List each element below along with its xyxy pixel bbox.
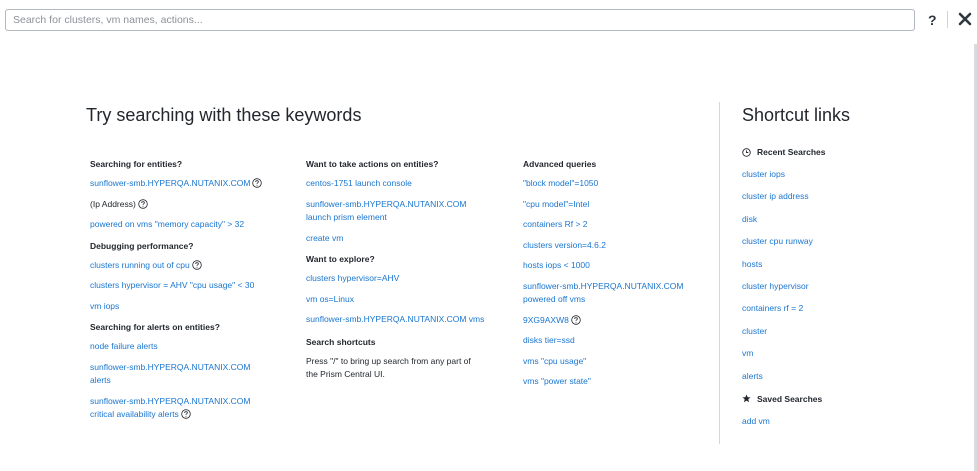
recent-search-link[interactable]: cluster: [742, 325, 967, 338]
advanced-query-link[interactable]: vms "power state": [523, 375, 703, 389]
keyword-link[interactable]: clusters hypervisor = AHV "cpu usage" < …: [90, 279, 275, 293]
keywords-column-advanced: Advanced queries "block model"=1050 "cpu…: [523, 157, 703, 396]
shortcut-links-panel: Recent Searches cluster iops cluster ip …: [742, 145, 967, 437]
question-circle-icon[interactable]: [571, 314, 581, 325]
keywords-column-actions: Want to take actions on entities? centos…: [306, 157, 496, 382]
keyword-link[interactable]: sunflower-smb.HYPERQA.NUTANIX.COM: [90, 177, 275, 191]
advanced-query-link[interactable]: 9XG9AXW8: [523, 314, 703, 328]
keyword-link[interactable]: clusters hypervisor=AHV: [306, 272, 496, 286]
question-circle-icon[interactable]: [138, 198, 148, 209]
section-title-entities: Searching for entities?: [90, 159, 183, 169]
section-divider: [719, 102, 720, 444]
keyword-link[interactable]: create vm: [306, 232, 496, 246]
section-title-shortcuts: Search shortcuts: [306, 336, 376, 347]
advanced-query-link[interactable]: disks tier=ssd: [523, 334, 703, 348]
question-circle-icon[interactable]: [181, 409, 191, 419]
recent-search-link[interactable]: cluster cpu runway: [742, 235, 967, 248]
advanced-query-link[interactable]: "cpu model"=Intel: [523, 198, 703, 212]
keyword-link[interactable]: powered on vms "memory capacity" > 32: [90, 218, 275, 232]
saved-searches-header: Saved Searches: [742, 392, 967, 406]
keyword-link[interactable]: vm iops: [90, 300, 275, 314]
keywords-heading: Try searching with these keywords: [86, 105, 362, 125]
keywords-column-entities: Searching for entities? sunflower-smb.HY…: [90, 157, 275, 429]
recent-searches-header: Recent Searches: [742, 145, 967, 159]
toolbar-divider: [947, 11, 948, 28]
advanced-query-link[interactable]: vms "cpu usage": [523, 355, 703, 369]
recent-search-link[interactable]: cluster hypervisor: [742, 280, 967, 293]
question-circle-icon[interactable]: [192, 259, 202, 270]
keyword-link[interactable]: sunflower-smb.HYPERQA.NUTANIX.COM launch …: [306, 198, 496, 225]
advanced-query-link[interactable]: "block model"=1050: [523, 177, 703, 191]
star-icon: [742, 394, 751, 403]
clock-icon: [742, 147, 751, 157]
keyword-link[interactable]: node failure alerts: [90, 340, 275, 354]
recent-search-link[interactable]: hosts: [742, 258, 967, 271]
recent-search-link[interactable]: containers rf = 2: [742, 302, 967, 315]
section-title-explore: Want to explore?: [306, 254, 375, 264]
section-title-advanced: Advanced queries: [523, 159, 597, 169]
section-title-actions: Want to take actions on entities?: [306, 159, 439, 169]
help-icon[interactable]: ?: [928, 12, 937, 28]
keyword-link[interactable]: vm os=Linux: [306, 293, 496, 307]
keyword-link[interactable]: clusters running out of cpu: [90, 259, 275, 273]
section-title-alerts: Searching for alerts on entities?: [90, 322, 220, 332]
keyword-hint: (Ip Address): [90, 198, 275, 212]
shortcut-note: Press "/" to bring up search from any pa…: [306, 355, 471, 380]
keyword-link[interactable]: sunflower-smb.HYPERQA.NUTANIX.COM critica…: [90, 395, 275, 422]
question-circle-icon[interactable]: [252, 178, 263, 188]
advanced-query-link[interactable]: clusters version=4.6.2: [523, 239, 703, 253]
advanced-query-link[interactable]: hosts iops < 1000: [523, 259, 703, 273]
advanced-query-link[interactable]: containers Rf > 2: [523, 218, 703, 232]
recent-search-link[interactable]: disk: [742, 213, 967, 226]
search-input[interactable]: [5, 9, 915, 31]
close-icon[interactable]: [957, 9, 973, 29]
recent-search-link[interactable]: cluster ip address: [742, 190, 967, 203]
recent-search-link[interactable]: cluster iops: [742, 168, 967, 181]
keyword-link[interactable]: centos-1751 launch console: [306, 177, 496, 191]
keyword-link[interactable]: sunflower-smb.HYPERQA.NUTANIX.COM alerts: [90, 361, 275, 388]
recent-search-link[interactable]: alerts: [742, 370, 967, 383]
saved-search-link[interactable]: add vm: [742, 415, 967, 428]
recent-search-link[interactable]: vm: [742, 347, 967, 360]
keyword-link[interactable]: sunflower-smb.HYPERQA.NUTANIX.COM vms: [306, 313, 496, 327]
section-title-debugging: Debugging performance?: [90, 240, 194, 251]
shortcut-links-heading: Shortcut links: [742, 105, 851, 125]
advanced-query-link[interactable]: sunflower-smb.HYPERQA.NUTANIX.COM powered…: [523, 280, 703, 307]
